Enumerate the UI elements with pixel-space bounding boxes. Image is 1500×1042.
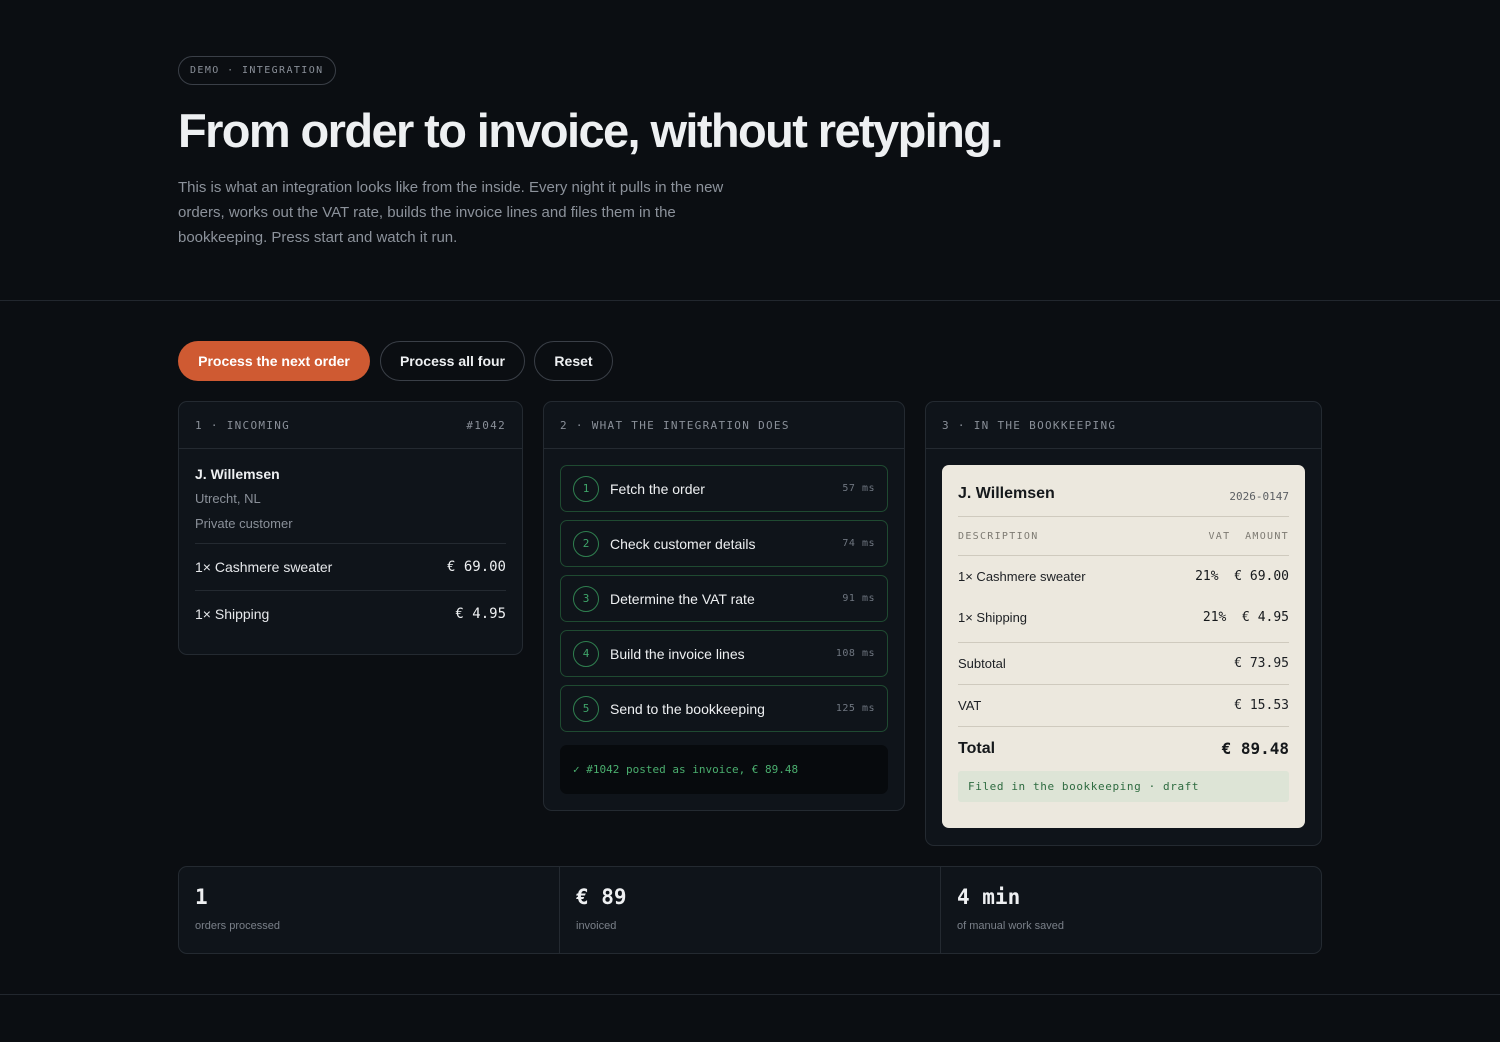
stat-label: of manual work saved xyxy=(957,920,1064,932)
subtotal-label: Subtotal xyxy=(958,656,1006,671)
order-line: 1× Cashmere sweater € 69.00 xyxy=(195,543,506,590)
step-number: 1 xyxy=(573,475,599,502)
incoming-panel-header: 1 · INCOMING #1042 xyxy=(179,402,522,449)
step-number: 3 xyxy=(573,585,599,612)
invoice-status-badge: Filed in the bookkeeping · draft xyxy=(958,771,1289,802)
order-details: J. Willemsen Utrecht, NL Private custome… xyxy=(179,449,522,637)
step-label: Check customer details xyxy=(610,535,756,552)
process-all-button[interactable]: Process all four xyxy=(380,341,525,381)
reset-button[interactable]: Reset xyxy=(534,341,613,381)
footer-divider xyxy=(0,994,1500,995)
customer-name: J. Willemsen xyxy=(195,466,280,482)
incoming-panel-title: 1 · INCOMING xyxy=(195,418,291,432)
total-value: € 89.48 xyxy=(1221,739,1289,758)
invoice-total-row: Total € 89.48 xyxy=(958,726,1289,770)
order-line-amount: € 69.00 xyxy=(446,559,506,575)
step-duration: 57 ms xyxy=(842,483,875,494)
customer-location: Utrecht, NL xyxy=(195,491,261,506)
invoice-line-vat-amount: 21% € 4.95 xyxy=(1202,610,1289,625)
stat-time-saved: 4 min of manual work saved xyxy=(941,867,1321,953)
page-title: From order to invoice, without retyping. xyxy=(178,104,1003,157)
col-amount: AMOUNT xyxy=(1245,530,1289,542)
order-line-amount: € 4.95 xyxy=(455,606,506,622)
hero: DEMO · INTEGRATION From order to invoice… xyxy=(178,56,1078,250)
order-line: 1× Shipping € 4.95 xyxy=(195,590,506,637)
step-duration: 91 ms xyxy=(842,593,875,604)
invoice-line-description: 1× Shipping xyxy=(958,610,1028,625)
pipeline-step[interactable]: 1 Fetch the order 57 ms xyxy=(560,465,888,512)
invoice-line-vat-amount: 21% € 69.00 xyxy=(1195,569,1289,584)
bookkeeping-panel-title: 3 · IN THE BOOKKEEPING xyxy=(942,418,1117,432)
stats-bar: 1 orders processed € 89 invoiced 4 min o… xyxy=(178,866,1322,954)
order-id: #1042 xyxy=(466,418,506,432)
invoice-line: 1× Shipping 21% € 4.95 xyxy=(958,597,1289,638)
subtotal-value: € 73.95 xyxy=(1234,656,1289,671)
order-line-description: 1× Cashmere sweater xyxy=(195,559,333,575)
invoice-number: 2026-0147 xyxy=(1229,490,1289,503)
pipeline-step[interactable]: 2 Check customer details 74 ms xyxy=(560,520,888,567)
process-next-order-button[interactable]: Process the next order xyxy=(178,341,370,381)
invoice-header: J. Willemsen 2026-0147 xyxy=(958,465,1289,517)
customer-type: Private customer xyxy=(195,516,293,531)
step-label: Fetch the order xyxy=(610,480,705,497)
stat-label: invoiced xyxy=(576,920,617,932)
integration-log: ✓ #1042 posted as invoice, € 89.48 xyxy=(560,745,888,794)
stat-value: 4 min xyxy=(957,885,1021,909)
stat-invoiced: € 89 invoiced xyxy=(560,867,941,953)
stat-value: 1 xyxy=(195,885,208,909)
vat-value: € 15.53 xyxy=(1234,698,1289,713)
section-divider xyxy=(0,300,1500,301)
step-label: Send to the bookkeeping xyxy=(610,700,765,717)
stat-label: orders processed xyxy=(195,920,280,932)
step-number: 4 xyxy=(573,640,599,667)
step-duration: 108 ms xyxy=(835,648,875,659)
invoice-subtotal-row: Subtotal € 73.95 xyxy=(958,642,1289,684)
step-label: Determine the VAT rate xyxy=(610,590,755,607)
step-label: Build the invoice lines xyxy=(610,645,745,662)
integration-panel-header: 2 · WHAT THE INTEGRATION DOES xyxy=(544,402,904,449)
col-vat: VAT xyxy=(1208,530,1231,542)
step-number: 2 xyxy=(573,530,599,557)
invoice-card: J. Willemsen 2026-0147 DESCRIPTION VAT A… xyxy=(942,465,1305,828)
integration-panel-title: 2 · WHAT THE INTEGRATION DOES xyxy=(560,418,790,432)
vat-label: VAT xyxy=(958,698,982,713)
total-label: Total xyxy=(958,739,996,757)
invoice-column-headers: DESCRIPTION VAT AMOUNT xyxy=(958,517,1289,556)
step-duration: 74 ms xyxy=(842,538,875,549)
stat-value: € 89 xyxy=(576,885,627,909)
incoming-panel: 1 · INCOMING #1042 J. Willemsen Utrecht,… xyxy=(178,401,523,655)
demo-badge: DEMO · INTEGRATION xyxy=(178,56,336,85)
pipeline-step[interactable]: 5 Send to the bookkeeping 125 ms xyxy=(560,685,888,732)
invoice-line-description: 1× Cashmere sweater xyxy=(958,569,1086,584)
step-number: 5 xyxy=(573,695,599,722)
pipeline-step[interactable]: 3 Determine the VAT rate 91 ms xyxy=(560,575,888,622)
stat-orders: 1 orders processed xyxy=(179,867,560,953)
order-line-description: 1× Shipping xyxy=(195,606,270,622)
col-description: DESCRIPTION xyxy=(958,530,1039,542)
invoice-customer-name: J. Willemsen xyxy=(958,485,1055,502)
pipeline-step[interactable]: 4 Build the invoice lines 108 ms xyxy=(560,630,888,677)
integration-panel: 2 · WHAT THE INTEGRATION DOES 1 Fetch th… xyxy=(543,401,905,811)
invoice-vat-row: VAT € 15.53 xyxy=(958,684,1289,726)
page-description: This is what an integration looks like f… xyxy=(178,179,724,246)
step-duration: 125 ms xyxy=(835,703,875,714)
bookkeeping-panel: 3 · IN THE BOOKKEEPING J. Willemsen 2026… xyxy=(925,401,1322,846)
invoice-line: 1× Cashmere sweater 21% € 69.00 xyxy=(958,556,1289,597)
bookkeeping-panel-header: 3 · IN THE BOOKKEEPING xyxy=(926,402,1321,449)
